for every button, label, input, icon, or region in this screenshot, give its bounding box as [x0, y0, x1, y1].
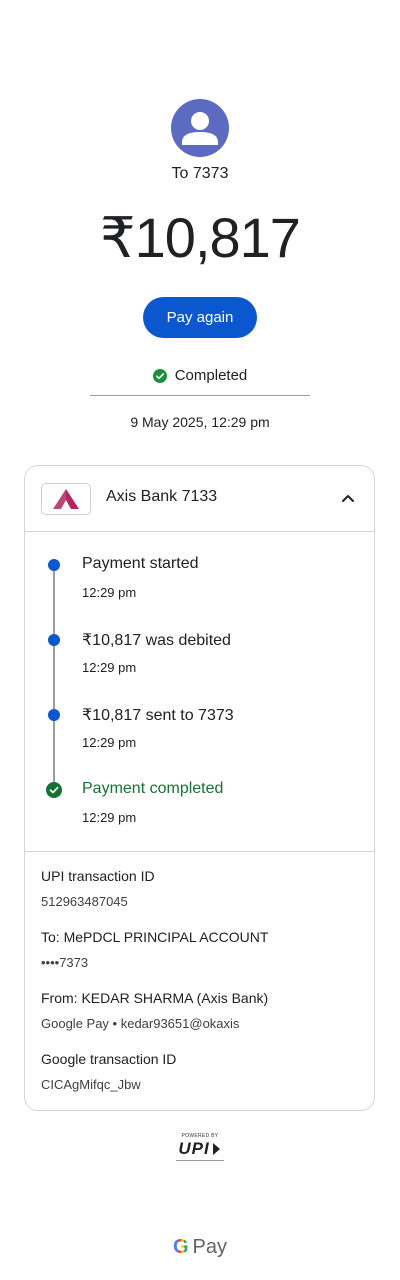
- upi-arrow-icon: [212, 1143, 220, 1155]
- check-circle-icon: [152, 368, 167, 383]
- timeline-step-time: 12:29 pm: [82, 585, 137, 600]
- amount: ₹10,817: [100, 206, 301, 269]
- google-pay-text: Pay: [192, 1236, 228, 1258]
- bank-name: Axis Bank 7133: [106, 488, 218, 505]
- timeline-step-time: 12:29 pm: [82, 810, 137, 825]
- upi-text: UPI: [178, 1139, 210, 1158]
- google-g-icon: G: [172, 1236, 189, 1258]
- transaction-card: Axis Bank 7133 Payment started 12:29 pm …: [24, 465, 375, 1111]
- timeline-step-title: ₹10,817 was debited: [82, 632, 231, 649]
- timeline-step-title: Payment started: [82, 555, 199, 572]
- check-circle-icon: [46, 782, 62, 798]
- axis-bank-logo-icon: [41, 483, 91, 515]
- status-row: Completed: [0, 367, 400, 384]
- recipient-avatar: [171, 99, 229, 157]
- detail-label: To: MePDCL PRINCIPAL ACCOUNT: [41, 929, 269, 945]
- detail-value[interactable]: CICAgMifqc_Jbw: [41, 1077, 141, 1092]
- timeline-dot: [48, 634, 60, 646]
- bank-header[interactable]: Axis Bank 7133: [25, 466, 374, 532]
- upi-logo-icon: POWERED BY UPI: [170, 1133, 230, 1163]
- divider: [90, 395, 310, 396]
- person-icon: [182, 112, 218, 145]
- timeline-step-title: ₹10,817 sent to 7373: [82, 707, 234, 724]
- pay-again-button[interactable]: Pay again: [143, 297, 257, 338]
- timeline-line: [53, 565, 55, 790]
- detail-value: ••••7373: [41, 955, 89, 970]
- detail-value[interactable]: 512963487045: [41, 894, 128, 909]
- detail-value: Google Pay • kedar93651@okaxis: [41, 1016, 240, 1031]
- timeline-dot: [48, 709, 60, 721]
- google-pay-logo: G Pay: [0, 1236, 400, 1259]
- timeline-step-title: Payment completed: [82, 780, 224, 797]
- payment-timeline: Payment started 12:29 pm ₹10,817 was deb…: [25, 532, 374, 852]
- transaction-datetime: 9 May 2025, 12:29 pm: [130, 414, 270, 430]
- recipient-label: To 7373: [171, 165, 229, 182]
- chevron-up-icon[interactable]: [340, 490, 356, 506]
- timeline-dot: [48, 559, 60, 571]
- status-text: Completed: [174, 367, 248, 384]
- detail-label: Google transaction ID: [41, 1051, 177, 1067]
- timeline-step-time: 12:29 pm: [82, 735, 137, 750]
- timeline-step-time: 12:29 pm: [82, 660, 137, 675]
- detail-label: UPI transaction ID: [41, 868, 155, 884]
- detail-label: From: KEDAR SHARMA (Axis Bank): [41, 990, 269, 1006]
